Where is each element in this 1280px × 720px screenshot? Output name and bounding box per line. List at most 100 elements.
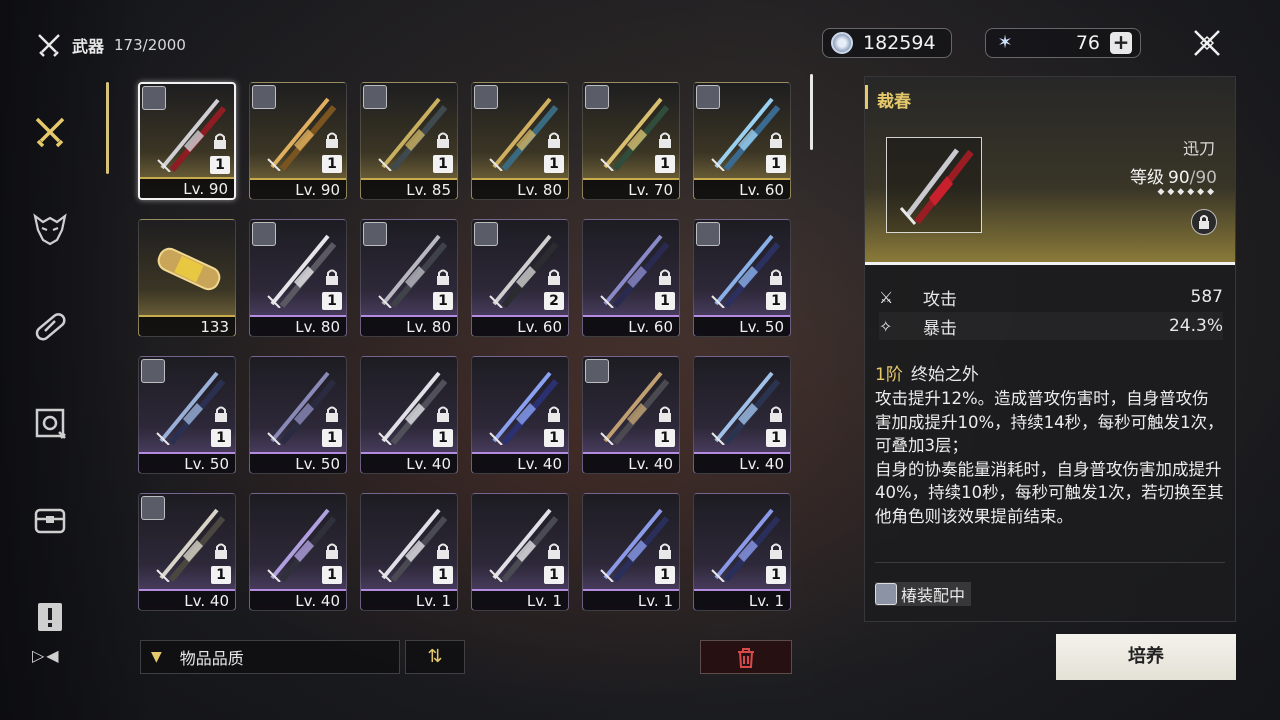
weapon-card[interactable]: 1 Lv. 80 <box>249 219 347 337</box>
weapon-card[interactable]: 1 Lv. 80 <box>360 219 458 337</box>
weapon-level: Lv. 40 <box>361 452 457 473</box>
weapon-card[interactable]: 1 Lv. 40 <box>360 356 458 474</box>
grid-scrollbar[interactable] <box>810 74 813 150</box>
weapon-card[interactable]: 133 <box>138 219 236 337</box>
sort-order-button[interactable]: ⇅ <box>405 640 465 674</box>
weapon-card[interactable]: 1 Lv. 1 <box>582 493 680 611</box>
weapon-card[interactable]: 1 Lv. 40 <box>138 493 236 611</box>
weapon-rank: 1 <box>655 429 675 447</box>
weapon-level: Lv. 1 <box>694 589 790 610</box>
chest-icon <box>34 508 66 534</box>
weapon-card[interactable]: 1 Lv. 40 <box>471 356 569 474</box>
weapon-card[interactable]: 1 Lv. 50 <box>138 356 236 474</box>
sort-dropdown[interactable]: ▼ 物品品质 <box>140 640 400 674</box>
weapon-level: Lv. 90 <box>140 177 234 198</box>
cultivate-button[interactable]: 培养 <box>1056 634 1236 680</box>
lock-icon <box>548 269 560 285</box>
weapon-card[interactable]: 1 Lv. 1 <box>693 493 791 611</box>
avatar <box>142 86 166 110</box>
weapon-level: Lv. 85 <box>361 178 457 199</box>
lock-icon <box>548 543 560 559</box>
close-icon <box>1194 30 1220 56</box>
weapon-card[interactable]: 1 Lv. 90 <box>249 82 347 200</box>
weapon-level: Lv. 80 <box>250 315 346 336</box>
weapon-rank: 1 <box>211 429 231 447</box>
add-currency-button[interactable]: + <box>1110 32 1132 54</box>
avatar <box>141 359 165 383</box>
weapon-card[interactable]: 1 Lv. 85 <box>360 82 458 200</box>
passive-description-line: 攻击提升12%。造成普攻伤害时，自身普攻伤害加成提升10%，持续14秒，每秒可触… <box>875 389 1224 455</box>
weapon-level: Lv. 60 <box>583 315 679 336</box>
weapon-card[interactable]: 1 Lv. 50 <box>249 356 347 474</box>
sidebar-item-echoes[interactable] <box>22 201 78 257</box>
capsule-icon <box>157 247 221 291</box>
detail-header: 裁春 迅刀 等级 90/90 ◆◆◆◆◆◆ <box>865 77 1235 265</box>
weapon-rank: 1 <box>433 155 453 173</box>
weapon-level: 等级 90/90 <box>1130 163 1217 188</box>
avatar <box>696 85 720 109</box>
passive-rank: 1阶 <box>875 365 903 385</box>
lock-toggle[interactable] <box>1191 209 1217 235</box>
lock-icon <box>770 269 782 285</box>
close-button[interactable] <box>1190 27 1224 61</box>
weapon-card[interactable]: 2 Lv. 60 <box>471 219 569 337</box>
sidebar-item-quest-items[interactable] <box>22 589 78 645</box>
weapon-rank: 1 <box>433 429 453 447</box>
lock-icon <box>437 543 449 559</box>
weapon-level: Lv. 40 <box>694 452 790 473</box>
weapon-level: Lv. 1 <box>472 589 568 610</box>
weapon-card[interactable]: 1 Lv. 40 <box>693 356 791 474</box>
weapon-level: Lv. 80 <box>361 315 457 336</box>
weapon-level: Lv. 1 <box>583 589 679 610</box>
weapon-card[interactable]: 1 Lv. 90 <box>138 82 236 200</box>
weapon-card[interactable]: 1 Lv. 1 <box>360 493 458 611</box>
inventory-title: 武器 <box>72 37 105 56</box>
chevron-down-icon: ▼ <box>151 649 162 665</box>
divider <box>875 562 1225 563</box>
weapon-rank: 1 <box>766 292 786 310</box>
weapon-card[interactable]: 1 Lv. 80 <box>471 82 569 200</box>
lock-icon <box>215 543 227 559</box>
weapon-card[interactable]: 1 Lv. 1 <box>471 493 569 611</box>
weapon-type: 迅刀 <box>1182 139 1215 158</box>
inventory-count: 173/2000 <box>114 36 186 54</box>
sidebar-collapse-icon[interactable]: ▷◀ <box>32 646 61 665</box>
shell-credit-icon <box>831 32 853 54</box>
weapon-level: Lv. 40 <box>139 589 235 610</box>
weapon-card[interactable]: 1 Lv. 40 <box>582 356 680 474</box>
weapon-level: Lv. 1 <box>361 589 457 610</box>
weapon-rank: 1 <box>322 429 342 447</box>
weapon-card[interactable]: 1 Lv. 60 <box>693 82 791 200</box>
passive-description-line: 自身的协奏能量消耗时，自身普攻伤害加成提升40%，持续10秒，每秒可触发1次，若… <box>875 459 1224 526</box>
stat-value: 24.3% <box>1168 316 1223 336</box>
sidebar-item-development[interactable] <box>22 395 78 451</box>
trash-icon <box>738 648 754 668</box>
lock-icon <box>437 269 449 285</box>
avatar <box>585 359 609 383</box>
dismantle-button[interactable] <box>700 640 792 674</box>
weapon-level: Lv. 50 <box>694 315 790 336</box>
sword-icon <box>899 148 974 225</box>
capsule-icon <box>35 313 66 341</box>
weapon-card[interactable]: 1 Lv. 50 <box>693 219 791 337</box>
level-current: 90 <box>1168 168 1190 188</box>
stat-value: 587 <box>1190 287 1223 307</box>
weapon-name: 裁春 <box>877 92 911 112</box>
sidebar-item-resources[interactable] <box>22 492 78 548</box>
weapon-rank: 1 <box>210 156 230 174</box>
weapon-card[interactable]: 1 Lv. 40 <box>249 493 347 611</box>
lock-icon <box>437 406 449 422</box>
weapon-card[interactable]: 1 Lv. 70 <box>582 82 680 200</box>
avatar <box>474 222 498 246</box>
lock-icon <box>548 406 560 422</box>
sidebar-item-weapons[interactable] <box>22 104 78 160</box>
stat-attack: ⚔ 攻击 587 <box>879 283 1223 311</box>
sidebar <box>22 104 82 686</box>
avatar <box>141 496 165 520</box>
crossed-swords-icon <box>35 117 65 148</box>
crossed-swords-icon <box>38 34 60 57</box>
weapon-level: Lv. 50 <box>139 452 235 473</box>
sidebar-item-materials[interactable] <box>22 298 78 354</box>
weapon-card[interactable]: 1 Lv. 60 <box>582 219 680 337</box>
lock-icon <box>437 132 449 148</box>
